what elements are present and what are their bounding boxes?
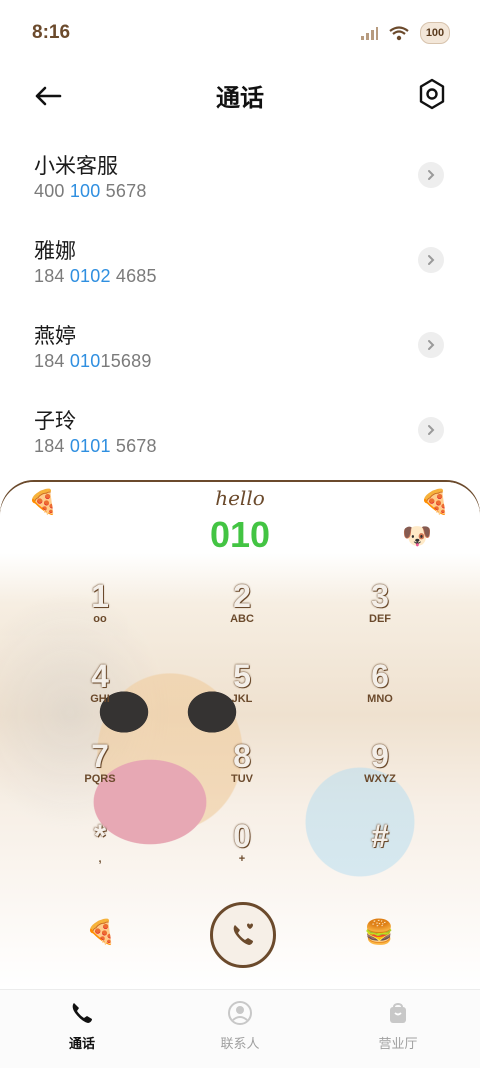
top-app-bar: 通话 — [0, 66, 480, 124]
key-0[interactable]: 0 + — [182, 818, 302, 890]
phone-icon — [72, 1003, 92, 1023]
key-4[interactable]: 4 GHI — [40, 658, 160, 730]
tab-service-hall[interactable]: 营业厅 — [338, 1000, 458, 1052]
gear-icon — [419, 78, 445, 110]
contact-name: 小米客服 — [34, 155, 118, 178]
tab-calls[interactable]: 通话 — [22, 1000, 142, 1052]
key-2[interactable]: 2 ABC — [182, 578, 302, 650]
chevron-right-icon — [428, 425, 435, 435]
voicemail-icon: oo — [93, 613, 107, 625]
bottom-tab-bar: 通话 联系人 营业厅 — [0, 989, 480, 1068]
hello-label: hello — [215, 486, 265, 510]
contact-detail-button[interactable] — [418, 162, 444, 188]
settings-button[interactable] — [414, 76, 450, 112]
tab-contacts[interactable]: 联系人 — [180, 1000, 300, 1052]
contact-name: 燕婷 — [34, 325, 76, 348]
key-6[interactable]: 6 MNO — [320, 658, 440, 730]
key-hash[interactable]: # — [320, 818, 440, 890]
key-7[interactable]: 7 PQRS — [40, 738, 160, 810]
contact-detail-button[interactable] — [418, 332, 444, 358]
chevron-right-icon — [428, 255, 435, 265]
call-button[interactable] — [210, 902, 276, 968]
dialer-actions: 🍕 🍔 — [0, 896, 480, 988]
status-icons: 100 — [360, 22, 450, 44]
contact-number: 184 0101 5678 — [34, 436, 157, 456]
contact-row[interactable]: 燕婷 184 01015689 — [0, 306, 480, 391]
key-3[interactable]: 3 DEF — [320, 578, 440, 650]
contact-number: 184 0102 4685 — [34, 266, 157, 286]
contact-row[interactable]: 子玲 184 0101 5678 — [0, 391, 480, 476]
pizza-icon[interactable]: 🍕 — [86, 918, 116, 947]
key-star[interactable]: * , — [40, 818, 160, 890]
page-title: 通话 — [216, 85, 264, 112]
contact-list: 小米客服 400 100 5678 雅娜 184 0102 4685 燕婷 18… — [0, 136, 480, 476]
person-icon — [228, 1001, 252, 1025]
contact-name: 雅娜 — [34, 240, 76, 263]
wifi-icon — [389, 26, 409, 41]
key-8[interactable]: 8 TUV — [182, 738, 302, 810]
chevron-right-icon — [428, 340, 435, 350]
key-9[interactable]: 9 WXYZ — [320, 738, 440, 810]
status-bar: 8:16 100 — [0, 0, 480, 66]
contact-name: 子玲 — [34, 410, 76, 433]
contact-row[interactable]: 雅娜 184 0102 4685 — [0, 221, 480, 306]
contact-row[interactable]: 小米客服 400 100 5678 — [0, 136, 480, 221]
dialer-panel: 🍕 🍕 🐶 hello 010 1 oo 2 ABC 3 DEF 4 GHI 5… — [0, 482, 480, 989]
battery-indicator: 100 — [420, 22, 450, 44]
shopping-bag-icon — [390, 1003, 406, 1023]
contact-detail-button[interactable] — [418, 417, 444, 443]
contact-detail-button[interactable] — [418, 247, 444, 273]
key-5[interactable]: 5 JKL — [182, 658, 302, 730]
chevron-right-icon — [428, 170, 435, 180]
typed-number: 010 — [209, 514, 271, 555]
contact-number: 184 01015689 — [34, 351, 152, 371]
status-time: 8:16 — [32, 22, 71, 43]
contact-number: 400 100 5678 — [34, 181, 147, 201]
phone-heart-icon — [233, 923, 253, 945]
signal-icon — [361, 27, 378, 40]
key-1[interactable]: 1 oo — [40, 578, 160, 650]
burger-icon[interactable]: 🍔 — [364, 918, 394, 947]
